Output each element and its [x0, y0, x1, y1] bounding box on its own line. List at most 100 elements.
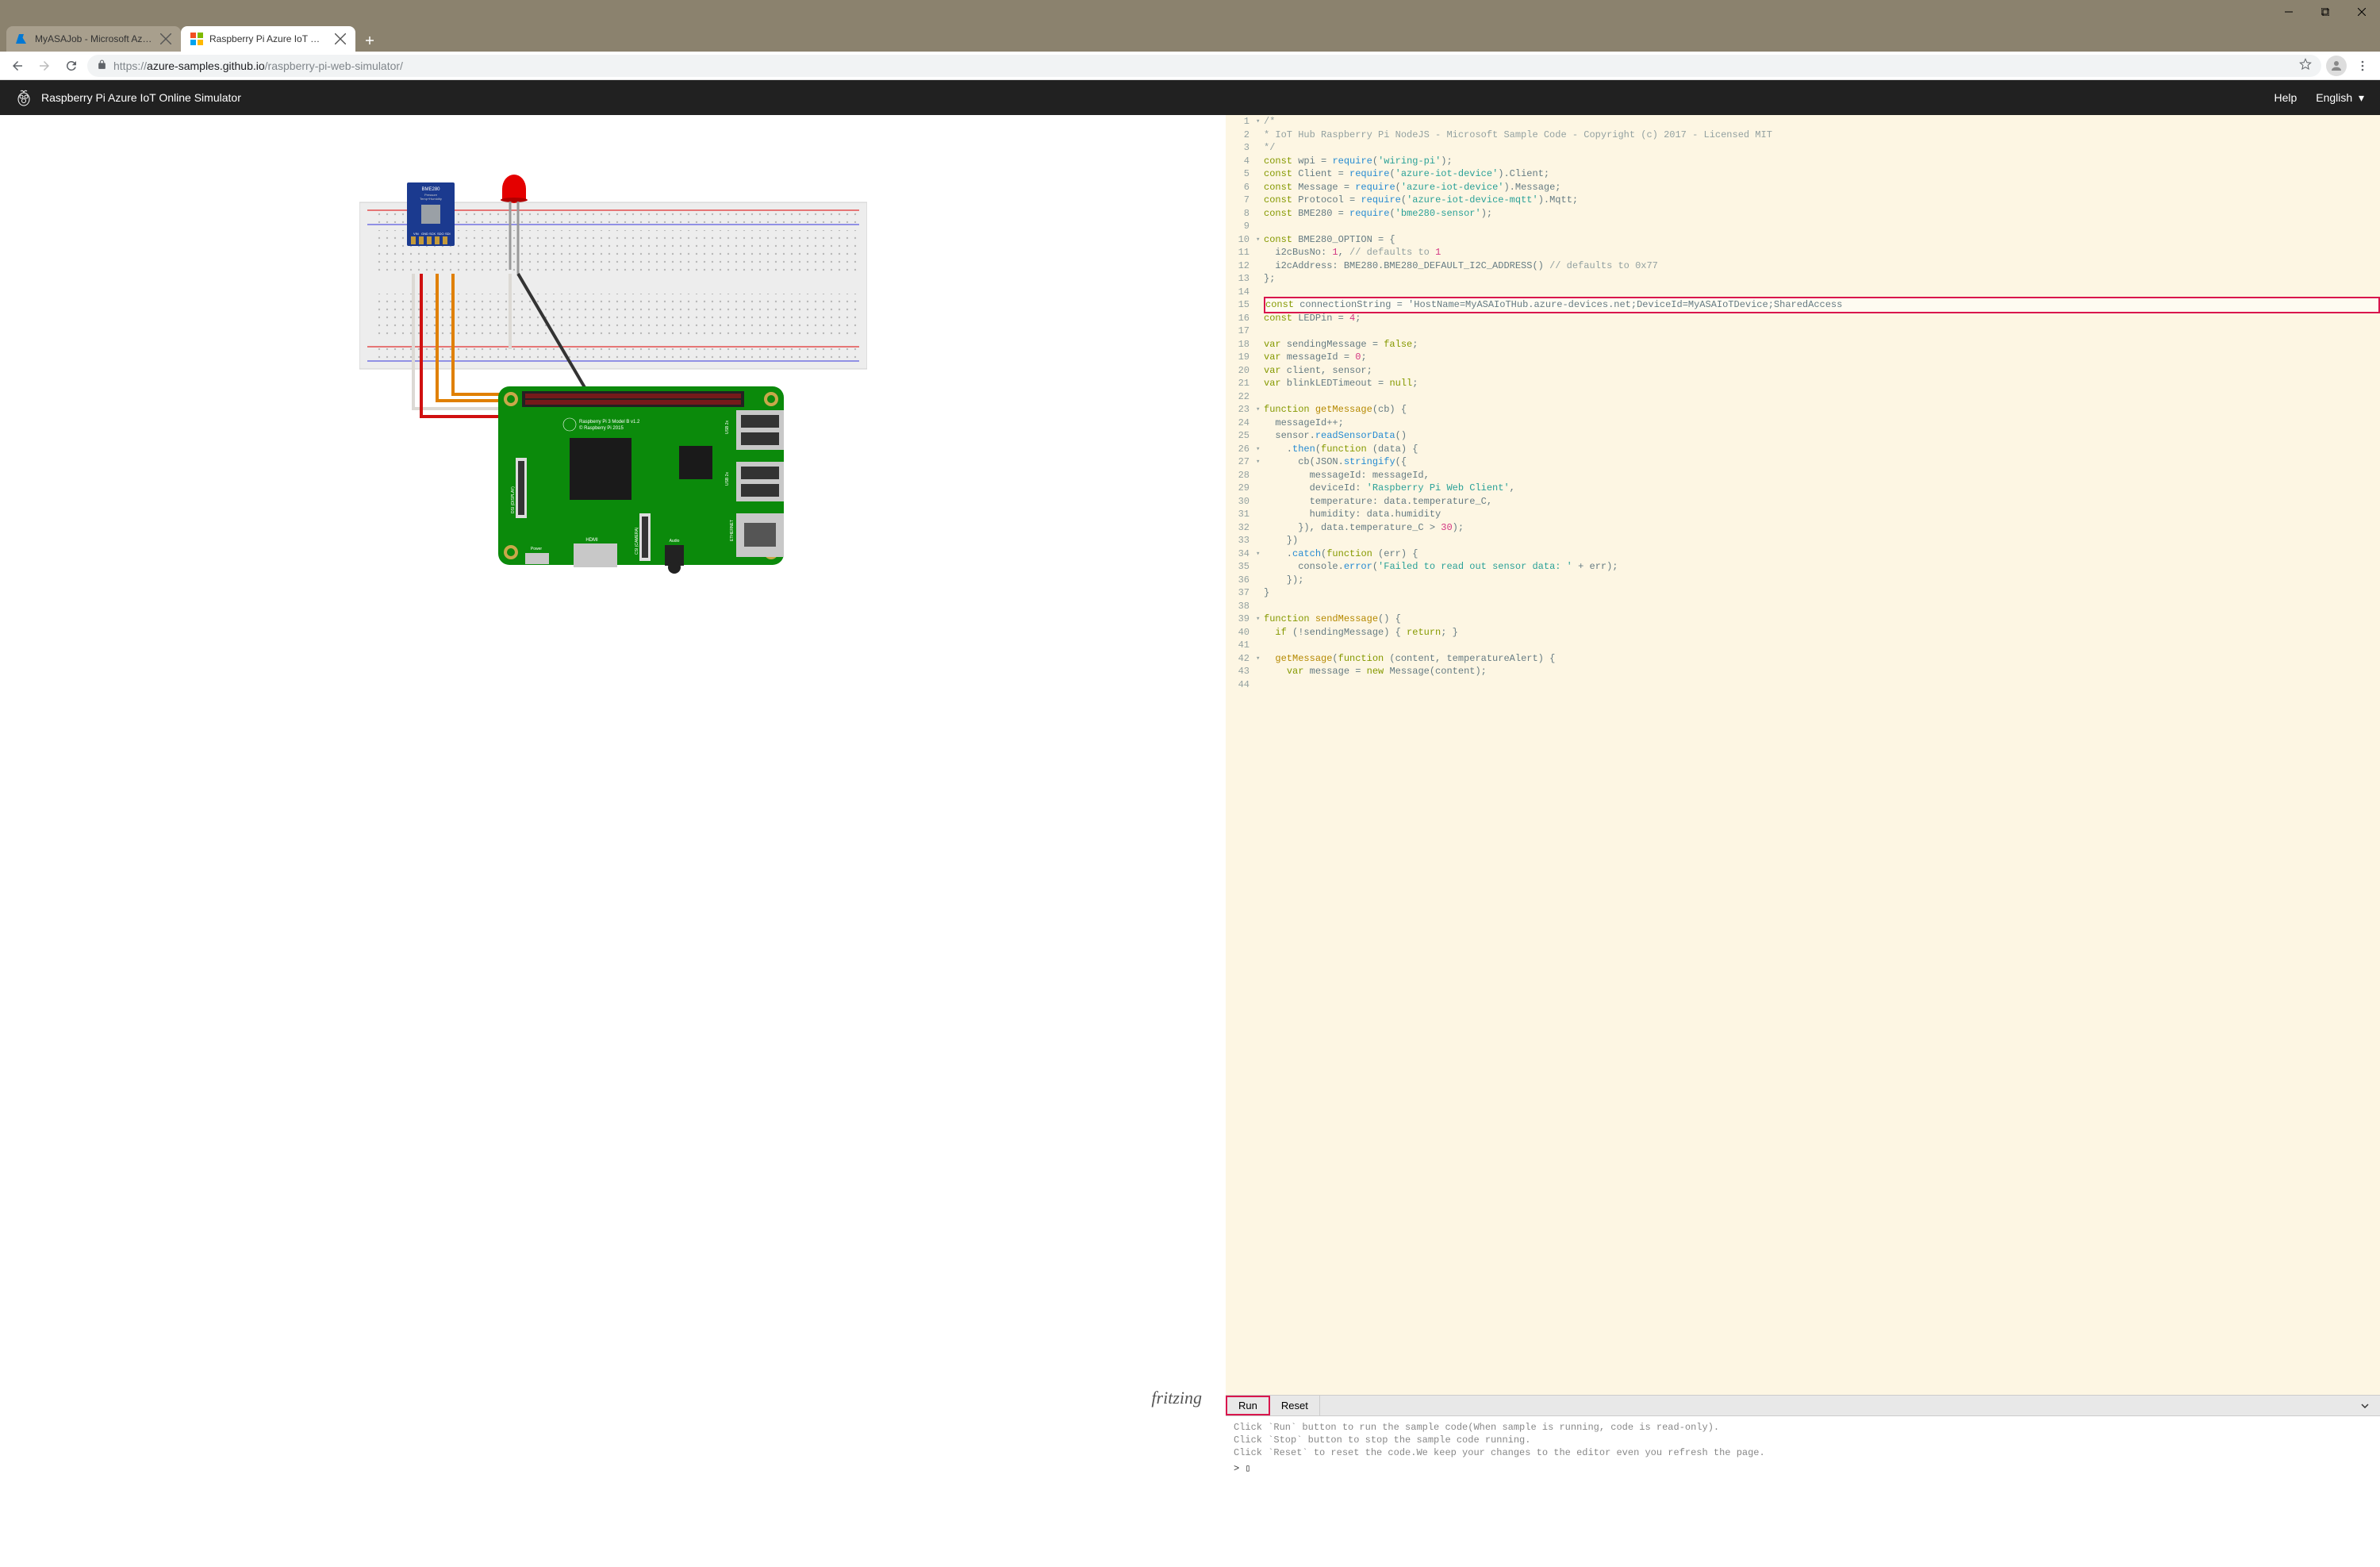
code-line[interactable]: 15const connectionString = 'HostName=MyA…: [1226, 298, 2380, 312]
code-line[interactable]: 33 }): [1226, 534, 2380, 547]
code-line[interactable]: 8const BME280 = require('bme280-sensor')…: [1226, 207, 2380, 221]
code-line[interactable]: 22: [1226, 390, 2380, 404]
svg-text:SDI: SDI: [445, 232, 451, 236]
svg-text:Temp+Humidity: Temp+Humidity: [420, 197, 442, 201]
code-line[interactable]: 30 temperature: data.temperature_C,: [1226, 495, 2380, 509]
code-line[interactable]: 13};: [1226, 272, 2380, 286]
code-line[interactable]: 24 messageId++;: [1226, 417, 2380, 430]
code-line[interactable]: 44: [1226, 678, 2380, 692]
code-line[interactable]: 31 humidity: data.humidity: [1226, 508, 2380, 521]
fritzing-credit: fritzing: [1151, 1388, 1202, 1408]
code-line[interactable]: 41: [1226, 639, 2380, 652]
code-line[interactable]: 26▾ .then(function (data) {: [1226, 443, 2380, 456]
code-line[interactable]: 12 i2cAddress: BME280.BME280_DEFAULT_I2C…: [1226, 259, 2380, 273]
output-console: Click `Run` button to run the sample cod…: [1226, 1416, 2380, 1567]
new-tab-button[interactable]: [359, 29, 381, 52]
code-line[interactable]: 34▾ .catch(function (err) {: [1226, 547, 2380, 561]
code-line[interactable]: 18var sendingMessage = false;: [1226, 338, 2380, 351]
code-line[interactable]: 11 i2cBusNo: 1, // defaults to 1: [1226, 246, 2380, 259]
help-link[interactable]: Help: [2274, 91, 2297, 104]
url-input[interactable]: https://azure-samples.github.io/raspberr…: [87, 55, 2321, 77]
code-line[interactable]: 40 if (!sendingMessage) { return; }: [1226, 626, 2380, 639]
code-line[interactable]: 3*/: [1226, 141, 2380, 155]
code-line[interactable]: 29 deviceId: 'Raspberry Pi Web Client',: [1226, 482, 2380, 495]
profile-avatar-button[interactable]: [2326, 56, 2347, 76]
svg-text:CSI (CAMERA): CSI (CAMERA): [635, 527, 639, 555]
run-button[interactable]: Run: [1226, 1396, 1270, 1415]
code-editor[interactable]: 1▾/*2* IoT Hub Raspberry Pi NodeJS - Mic…: [1226, 115, 2380, 1395]
code-line[interactable]: 10▾const BME280_OPTION = {: [1226, 233, 2380, 247]
console-toggle-button[interactable]: [2350, 1396, 2380, 1415]
svg-text:SCK: SCK: [429, 232, 436, 236]
nav-forward-button[interactable]: [33, 55, 56, 77]
code-line[interactable]: 43 var message = new Message(content);: [1226, 665, 2380, 678]
code-line[interactable]: 23▾function getMessage(cb) {: [1226, 403, 2380, 417]
raspberry-pi-logo-icon: [16, 88, 32, 107]
svg-text:© Raspberry Pi 2015: © Raspberry Pi 2015: [579, 425, 624, 431]
code-line[interactable]: 19var messageId = 0;: [1226, 351, 2380, 364]
console-line: Click `Run` button to run the sample cod…: [1234, 1421, 2372, 1434]
svg-text:GND: GND: [421, 232, 428, 236]
code-line[interactable]: 17: [1226, 325, 2380, 338]
code-line[interactable]: 35 console.error('Failed to read out sen…: [1226, 560, 2380, 574]
azure-favicon-icon: [16, 33, 29, 45]
window-maximize-button[interactable]: [2307, 0, 2344, 23]
code-line[interactable]: 5const Client = require('azure-iot-devic…: [1226, 167, 2380, 181]
svg-text:Raspberry Pi 3 Model B v1.2: Raspberry Pi 3 Model B v1.2: [579, 420, 640, 424]
console-prompt[interactable]: > ▯: [1234, 1462, 2372, 1475]
code-line[interactable]: 37}: [1226, 586, 2380, 600]
browser-tab-azure[interactable]: MyASAJob - Microsoft Azure: [6, 26, 181, 52]
code-line[interactable]: 20var client, sensor;: [1226, 364, 2380, 378]
window-titlebar: [0, 0, 2380, 23]
code-line[interactable]: 38: [1226, 600, 2380, 613]
code-line[interactable]: 9: [1226, 220, 2380, 233]
console-line: Click `Reset` to reset the code.We keep …: [1234, 1446, 2372, 1459]
code-line[interactable]: 42▾ getMessage(function (content, temper…: [1226, 652, 2380, 666]
app-header: Raspberry Pi Azure IoT Online Simulator …: [0, 80, 2380, 115]
code-line[interactable]: 21var blinkLEDTimeout = null;: [1226, 377, 2380, 390]
nav-back-button[interactable]: [6, 55, 29, 77]
svg-text:HDMI: HDMI: [585, 538, 598, 543]
tab-title: MyASAJob - Microsoft Azure: [35, 33, 154, 44]
code-line[interactable]: 28 messageId: messageId,: [1226, 469, 2380, 482]
circuit-diagram-pane: BME280 Pressure Temp+Humidity VIN GND SC…: [0, 115, 1226, 1567]
svg-text:DSI (DISPLAY): DSI (DISPLAY): [511, 486, 516, 513]
browser-addressbar: https://azure-samples.github.io/raspberr…: [0, 52, 2380, 80]
code-line[interactable]: 39▾function sendMessage() {: [1226, 613, 2380, 626]
tab-close-icon[interactable]: [160, 33, 171, 44]
svg-text:SDO: SDO: [437, 232, 444, 236]
code-line[interactable]: 2* IoT Hub Raspberry Pi NodeJS - Microso…: [1226, 129, 2380, 142]
lock-icon: [97, 60, 107, 72]
window-minimize-button[interactable]: [2271, 0, 2307, 23]
code-line[interactable]: 4const wpi = require('wiring-pi');: [1226, 155, 2380, 168]
fritzing-diagram: BME280 Pressure Temp+Humidity VIN GND SC…: [359, 147, 867, 575]
browser-tabstrip: MyASAJob - Microsoft Azure Raspberry Pi …: [0, 23, 2380, 52]
code-line[interactable]: 25 sensor.readSensorData(): [1226, 429, 2380, 443]
tab-close-icon[interactable]: [335, 33, 346, 44]
code-line[interactable]: 32 }), data.temperature_C > 30);: [1226, 521, 2380, 535]
svg-text:Audio: Audio: [669, 539, 679, 543]
svg-text:Power: Power: [530, 547, 542, 551]
svg-text:BME280: BME280: [421, 187, 440, 192]
run-toolbar: Run Reset: [1226, 1395, 2380, 1416]
svg-text:ETHERNET: ETHERNET: [730, 520, 735, 541]
browser-menu-button[interactable]: [2351, 55, 2374, 77]
window-close-button[interactable]: [2344, 0, 2380, 23]
code-line[interactable]: 6const Message = require('azure-iot-devi…: [1226, 181, 2380, 194]
svg-text:VIN: VIN: [413, 232, 419, 236]
svg-text:USB 2x: USB 2x: [725, 472, 730, 486]
code-line[interactable]: 36 });: [1226, 574, 2380, 587]
language-selector[interactable]: English ▾: [2316, 91, 2364, 105]
code-line[interactable]: 27▾ cb(JSON.stringify({: [1226, 455, 2380, 469]
reset-button[interactable]: Reset: [1270, 1396, 1320, 1415]
code-line[interactable]: 16const LEDPin = 4;: [1226, 312, 2380, 325]
bookmark-star-icon[interactable]: [2299, 58, 2312, 73]
browser-tab-simulator[interactable]: Raspberry Pi Azure IoT Web Simul: [181, 26, 355, 52]
tab-title: Raspberry Pi Azure IoT Web Simul: [209, 33, 328, 44]
code-line[interactable]: 1▾/*: [1226, 115, 2380, 129]
microsoft-favicon-icon: [190, 33, 203, 45]
svg-text:USB 2x: USB 2x: [725, 421, 730, 434]
nav-reload-button[interactable]: [60, 55, 83, 77]
code-line[interactable]: 7const Protocol = require('azure-iot-dev…: [1226, 194, 2380, 207]
app-title: Raspberry Pi Azure IoT Online Simulator: [41, 91, 241, 104]
